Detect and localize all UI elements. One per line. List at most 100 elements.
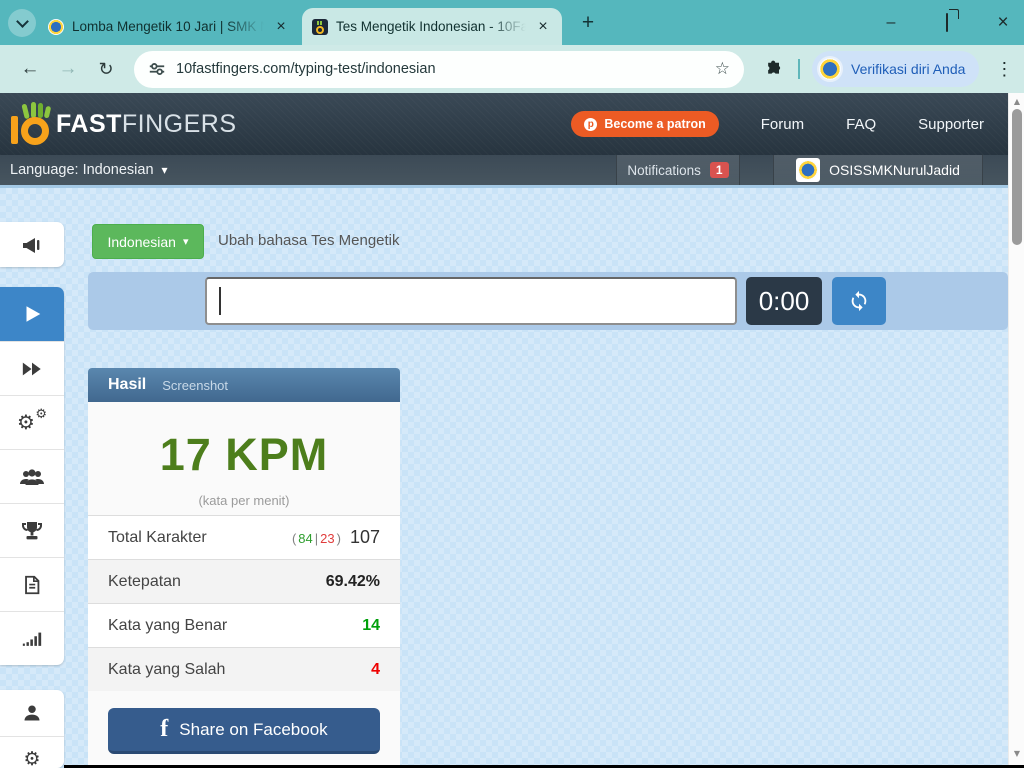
results-panel-header: Hasil Screenshot (88, 368, 400, 402)
sidebar-item-settings[interactable]: ⚙ (0, 736, 64, 768)
tab-title: Tes Mengetik Indonesian - 10Fa (336, 19, 526, 34)
scroll-down-icon[interactable]: ▼ (1009, 749, 1024, 758)
tab-lomba-mengetik[interactable]: Lomba Mengetik 10 Jari | SMK N × (38, 8, 300, 45)
sidebar-item-typing-test[interactable] (0, 287, 64, 341)
browser-window: Lomba Mengetik 10 Jari | SMK N × Tes Men… (0, 0, 1024, 768)
gear-icon: ⚙ (23, 750, 40, 768)
sidebar-group-announcement (0, 222, 64, 267)
fast-forward-icon (20, 358, 44, 380)
restore-icon[interactable] (936, 14, 958, 32)
scrollbar-thumb[interactable] (1012, 109, 1022, 245)
total-characters: 107 (350, 527, 380, 548)
url-text[interactable]: 10fastfingers.com/typing-test/indonesian (176, 61, 715, 77)
trophy-icon (20, 519, 44, 543)
stat-row-total-karakter: Total Karakter (84|23) 107 (88, 515, 400, 559)
document-icon (21, 573, 43, 597)
sidebar-item-advanced-test[interactable] (0, 341, 64, 395)
reload-icon[interactable]: ↻ (94, 59, 118, 80)
stat-row-kata-salah: Kata yang Salah 4 (88, 647, 400, 691)
notifications-badge: 1 (710, 162, 729, 178)
nav-faq[interactable]: FAQ (846, 116, 876, 133)
extensions-icon[interactable] (764, 59, 784, 79)
tab-tes-mengetik-active[interactable]: Tes Mengetik Indonesian - 10Fa × (302, 8, 562, 45)
close-tab-icon[interactable]: × (534, 18, 552, 36)
stat-label: Ketepatan (108, 573, 181, 591)
patreon-icon: p (584, 118, 597, 131)
user-menu[interactable]: OSISSMKNurulJadid (773, 155, 983, 185)
close-tab-icon[interactable]: × (272, 18, 290, 36)
sidebar-item-text-practice[interactable] (0, 557, 64, 611)
wrong-words-value: 4 (371, 661, 380, 679)
kpm-caption: (kata per menit) (88, 493, 400, 508)
become-patron-button[interactable]: p Become a patron (571, 111, 718, 137)
change-language-text: Ubah bahasa Tes Mengetik (218, 232, 400, 249)
stat-label: Total Karakter (108, 529, 207, 547)
results-panel: Hasil Screenshot 17 KPM (kata per menit)… (88, 368, 400, 768)
scroll-up-icon[interactable]: ▲ (1009, 97, 1024, 106)
sidebar-item-profile[interactable] (0, 690, 64, 736)
page-content: ⚙ ⚙ (0, 188, 1024, 768)
wrong-keystrokes: 23 (320, 531, 334, 546)
back-icon[interactable]: ← (18, 58, 42, 80)
play-icon (21, 303, 43, 325)
patron-label: Become a patron (604, 117, 705, 131)
nav-forum[interactable]: Forum (761, 116, 804, 133)
close-window-icon[interactable]: × (992, 12, 1014, 34)
notifications-label: Notifications (627, 163, 701, 178)
address-bar[interactable]: 10fastfingers.com/typing-test/indonesian… (134, 51, 744, 88)
sidebar-item-competitions[interactable] (0, 503, 64, 557)
bookmark-star-icon[interactable]: ☆ (715, 59, 730, 79)
forward-icon[interactable]: → (56, 58, 80, 80)
window-controls: – × (880, 0, 1014, 45)
logo-hand-icon (8, 100, 54, 148)
minimize-icon[interactable]: – (880, 14, 902, 32)
share-facebook-button[interactable]: f Share on Facebook (108, 708, 380, 754)
language-dropdown-label: Indonesian (107, 234, 176, 250)
megaphone-icon (20, 233, 44, 257)
caret-down-icon: ▾ (183, 235, 189, 248)
language-label: Language: Indonesian (10, 162, 154, 178)
10fastfingers-logo[interactable]: FASTFINGERS (8, 100, 237, 148)
logo-text: FASTFINGERS (56, 110, 237, 139)
stat-row-ketepatan: Ketepatan 69.42% (88, 559, 400, 603)
restart-test-button[interactable] (832, 277, 886, 325)
stat-row-kata-benar: Kata yang Benar 14 (88, 603, 400, 647)
browser-menu-icon[interactable]: ⋮ (995, 59, 1011, 80)
notifications-button[interactable]: Notifications 1 (616, 155, 740, 185)
sidebar-item-custom-test[interactable]: ⚙ ⚙ (0, 395, 64, 449)
profile-avatar (817, 56, 843, 82)
school-emblem-icon (798, 160, 818, 180)
sidebar-item-multiplayer[interactable] (0, 449, 64, 503)
sidebar-item-announcements[interactable] (0, 222, 64, 267)
site-settings-icon[interactable] (148, 60, 166, 78)
page-scrollbar[interactable]: ▲ ▼ (1008, 93, 1024, 768)
typing-input[interactable] (205, 277, 737, 325)
tab-screenshot[interactable]: Screenshot (162, 378, 228, 393)
language-dropdown-button[interactable]: Indonesian ▾ (92, 224, 204, 259)
profile-chip[interactable]: Verifikasi diri Anda (812, 51, 979, 87)
tab-hasil[interactable]: Hasil (108, 376, 146, 394)
sidebar-item-statistics[interactable] (0, 611, 64, 665)
kpm-value: 17 KPM (88, 429, 400, 481)
chevron-down-icon (16, 15, 29, 28)
correct-keystrokes: 84 (298, 531, 312, 546)
caret-down-icon: ▾ (162, 163, 168, 177)
gears-icon: ⚙ ⚙ (17, 410, 47, 436)
user-avatar (796, 158, 820, 182)
refresh-icon (848, 290, 870, 312)
nav-supporter[interactable]: Supporter (918, 116, 984, 133)
language-bar: Language: Indonesian ▾ Notifications 1 O… (0, 155, 1024, 188)
stats-icon (20, 628, 44, 650)
tab-strip: Lomba Mengetik 10 Jari | SMK N × Tes Men… (0, 0, 1024, 45)
results-panel-body: 17 KPM (kata per menit) Total Karakter (… (88, 402, 400, 768)
user-icon (22, 703, 42, 723)
typing-input-band: 0:00 (88, 272, 1008, 330)
username: OSISSMKNurulJadid (829, 162, 960, 178)
tab-search-button[interactable] (8, 9, 36, 37)
new-tab-button[interactable]: + (575, 10, 601, 36)
language-selector[interactable]: Language: Indonesian ▾ (10, 162, 168, 178)
logo-fingers: FINGERS (122, 110, 237, 138)
toolbar-divider (798, 59, 800, 79)
kpm-block: 17 KPM (kata per menit) (88, 402, 400, 515)
restore-glyph (946, 13, 948, 32)
